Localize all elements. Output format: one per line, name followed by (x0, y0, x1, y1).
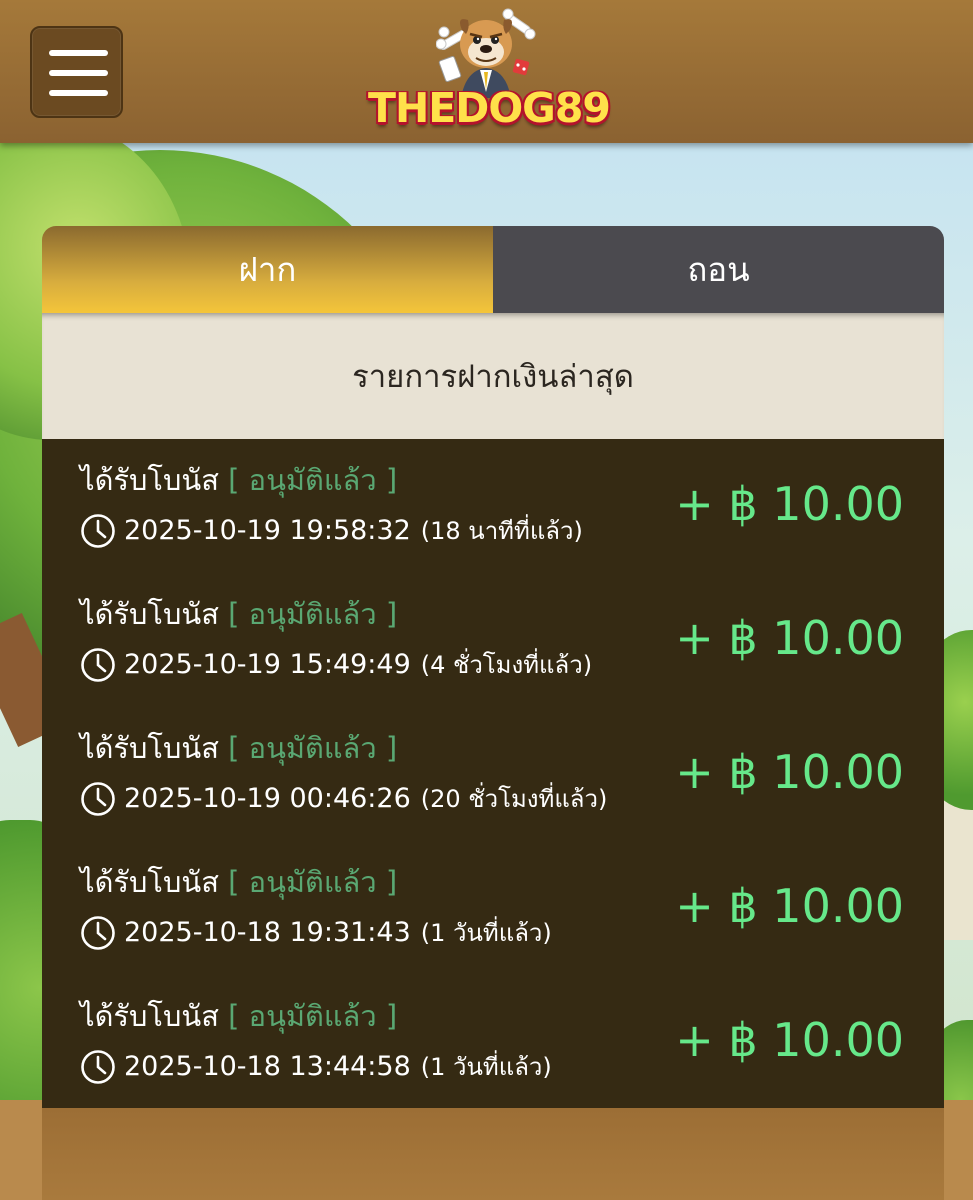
transaction-type: ได้รับโบนัส [ อนุมัติแล้ว ] (80, 999, 398, 1033)
transaction-list: ได้รับโบนัส [ อนุมัติแล้ว ] 2025-10-19 1… (42, 439, 944, 1108)
transaction-datetime: 2025-10-18 19:31:43 (124, 917, 411, 948)
transaction-type: ได้รับโบนัส [ อนุมัติแล้ว ] (80, 731, 398, 765)
transaction-type: ได้รับโบนัส [ อนุมัติแล้ว ] (80, 597, 398, 631)
transaction-relative-time: (20 ชั่วโมงที่แล้ว) (420, 785, 608, 813)
clock-icon (81, 915, 115, 950)
clock-icon (81, 1049, 115, 1084)
transaction-amount: + ฿ 10.00 (675, 745, 904, 799)
list-item: ได้รับโบนัส [ อนุมัติแล้ว ] 2025-10-19 1… (42, 439, 944, 573)
transaction-panel: ฝาก ถอน รายการฝากเงินล่าสุด ได้รับโบนัส … (42, 226, 944, 1200)
transaction-relative-time: (1 วันที่แล้ว) (420, 1053, 552, 1081)
list-item: ได้รับโบนัส [ อนุมัติแล้ว ] 2025-10-18 1… (42, 975, 944, 1109)
clock-icon (81, 781, 115, 816)
transaction-datetime: 2025-10-19 00:46:26 (124, 783, 411, 814)
transaction-time: 2025-10-19 15:49:49 (4 ชั่วโมงที่แล้ว) (80, 645, 592, 684)
transaction-relative-time: (18 นาทีที่แล้ว) (420, 517, 583, 545)
status-badge: [ อนุมัติแล้ว ] (228, 463, 398, 497)
hamburger-menu-button[interactable] (30, 26, 123, 118)
panel-footer (42, 1108, 944, 1200)
status-badge: [ อนุมัติแล้ว ] (228, 999, 398, 1033)
status-badge: [ อนุมัติแล้ว ] (228, 865, 398, 899)
tab-withdraw[interactable]: ถอน (493, 226, 944, 313)
transaction-type: ได้รับโบนัส [ อนุมัติแล้ว ] (80, 865, 398, 899)
clock-icon (81, 647, 115, 682)
transaction-amount: + ฿ 10.00 (675, 879, 904, 933)
transaction-datetime: 2025-10-18 13:44:58 (124, 1051, 411, 1082)
logo-text: THEDOG89 (368, 84, 611, 132)
tab-deposit[interactable]: ฝาก (42, 226, 493, 313)
transaction-time: 2025-10-18 13:44:58 (1 วันที่แล้ว) (80, 1047, 552, 1086)
top-header: THEDOG89 (0, 0, 973, 143)
list-title: รายการฝากเงินล่าสุด (42, 313, 944, 439)
transaction-relative-time: (1 วันที่แล้ว) (420, 919, 552, 947)
transaction-time: 2025-10-19 19:58:32 (18 นาทีที่แล้ว) (80, 511, 583, 550)
transaction-amount: + ฿ 10.00 (675, 1013, 904, 1067)
status-badge: [ อนุมัติแล้ว ] (228, 731, 398, 765)
transaction-relative-time: (4 ชั่วโมงที่แล้ว) (420, 651, 593, 679)
site-logo[interactable]: THEDOG89 (368, 6, 611, 136)
list-item: ได้รับโบนัส [ อนุมัติแล้ว ] 2025-10-19 1… (42, 573, 944, 707)
transaction-amount: + ฿ 10.00 (675, 477, 904, 531)
transaction-time: 2025-10-19 00:46:26 (20 ชั่วโมงที่แล้ว) (80, 779, 607, 818)
transaction-time: 2025-10-18 19:31:43 (1 วันที่แล้ว) (80, 913, 552, 952)
status-badge: [ อนุมัติแล้ว ] (228, 597, 398, 631)
list-item: ได้รับโบนัส [ อนุมัติแล้ว ] 2025-10-18 1… (42, 841, 944, 975)
transaction-type: ได้รับโบนัส [ อนุมัติแล้ว ] (80, 463, 398, 497)
transaction-datetime: 2025-10-19 15:49:49 (124, 649, 411, 680)
list-item: ได้รับโบนัส [ อนุมัติแล้ว ] 2025-10-19 0… (42, 707, 944, 841)
transaction-datetime: 2025-10-19 19:58:32 (124, 515, 411, 546)
tab-bar: ฝาก ถอน (42, 226, 944, 313)
transaction-amount: + ฿ 10.00 (675, 611, 904, 665)
clock-icon (81, 513, 115, 548)
